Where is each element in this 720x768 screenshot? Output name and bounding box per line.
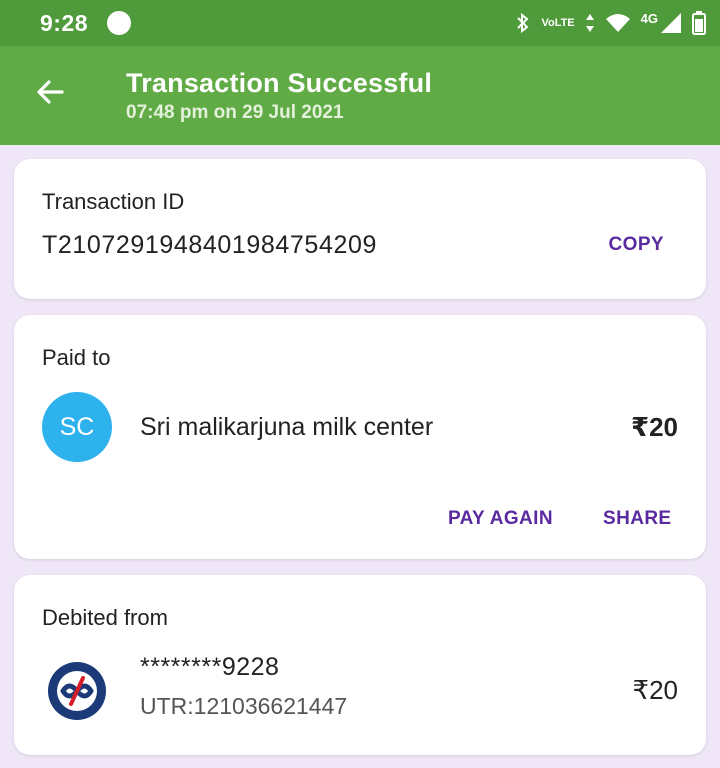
transaction-id-card: Transaction ID T2107291948401984754209 C… bbox=[14, 159, 706, 299]
kotak-bank-logo-icon bbox=[47, 661, 107, 721]
debited-amount: ₹20 bbox=[632, 675, 678, 705]
battery-icon bbox=[692, 11, 706, 35]
volte-icon: Vo LTE bbox=[541, 17, 574, 29]
bluetooth-icon bbox=[515, 12, 531, 34]
page-title: Transaction Successful bbox=[126, 68, 433, 98]
data-arrows-icon bbox=[585, 13, 595, 33]
paid-amount: ₹20 bbox=[630, 412, 678, 442]
payee-avatar: SC bbox=[42, 392, 112, 462]
account-number: ********9228 bbox=[140, 653, 280, 681]
status-icons: Vo LTE 4G bbox=[515, 8, 706, 38]
share-button[interactable]: SHARE bbox=[603, 508, 672, 530]
pay-again-button[interactable]: PAY AGAIN bbox=[448, 508, 553, 530]
payee-name: Sri malikarjuna milk center bbox=[140, 413, 434, 441]
record-dot-icon bbox=[107, 11, 131, 35]
back-button[interactable] bbox=[28, 72, 72, 116]
status-bar: 9:28 Vo LTE 4G bbox=[0, 0, 720, 46]
copy-button[interactable]: COPY bbox=[609, 234, 664, 256]
app-bar: Transaction Successful 07:48 pm on 29 Ju… bbox=[0, 46, 720, 145]
volte-bottom-label: LTE bbox=[554, 17, 575, 29]
paid-to-card: Paid to SC Sri malikarjuna milk center ₹… bbox=[14, 315, 706, 559]
arrow-back-icon bbox=[34, 76, 66, 113]
network-type-label: 4G bbox=[640, 10, 658, 26]
signal-icon bbox=[660, 12, 682, 34]
utr-number: UTR:121036621447 bbox=[140, 693, 348, 719]
status-time: 9:28 bbox=[40, 10, 89, 36]
volte-top-label: Vo bbox=[541, 17, 555, 29]
transaction-datetime: 07:48 pm on 29 Jul 2021 bbox=[126, 102, 344, 123]
debited-from-card: Debited from ********9228 UTR:1210366214… bbox=[14, 575, 706, 755]
debited-from-label: Debited from bbox=[42, 605, 168, 630]
paid-to-label: Paid to bbox=[42, 345, 111, 370]
transaction-id-value: T2107291948401984754209 bbox=[42, 231, 377, 259]
wifi-icon bbox=[605, 13, 631, 33]
transaction-id-label: Transaction ID bbox=[42, 189, 185, 214]
